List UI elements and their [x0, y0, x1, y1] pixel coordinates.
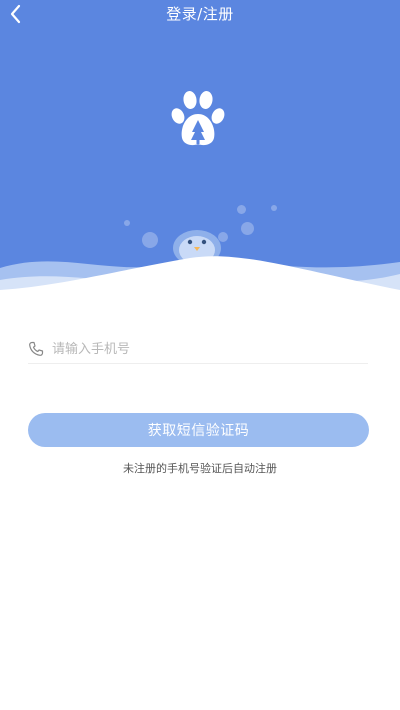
top-bar: 登录/注册 [0, 0, 400, 28]
decorative-bubble [241, 222, 254, 235]
paw-print-icon [171, 91, 225, 146]
decorative-bubble [124, 220, 130, 226]
wave-decoration [0, 256, 400, 300]
decorative-bubble [237, 205, 246, 214]
page-title: 登录/注册 [166, 5, 234, 23]
auto-register-note: 未注册的手机号验证后自动注册 [123, 462, 277, 475]
decorative-bubble [271, 205, 277, 211]
phone-field-row [28, 336, 368, 364]
phone-number-input[interactable] [52, 336, 362, 362]
phone-icon [29, 341, 44, 356]
hero-banner: 登录/注册 [0, 0, 400, 300]
get-sms-code-button[interactable]: 获取短信验证码 [28, 413, 369, 447]
